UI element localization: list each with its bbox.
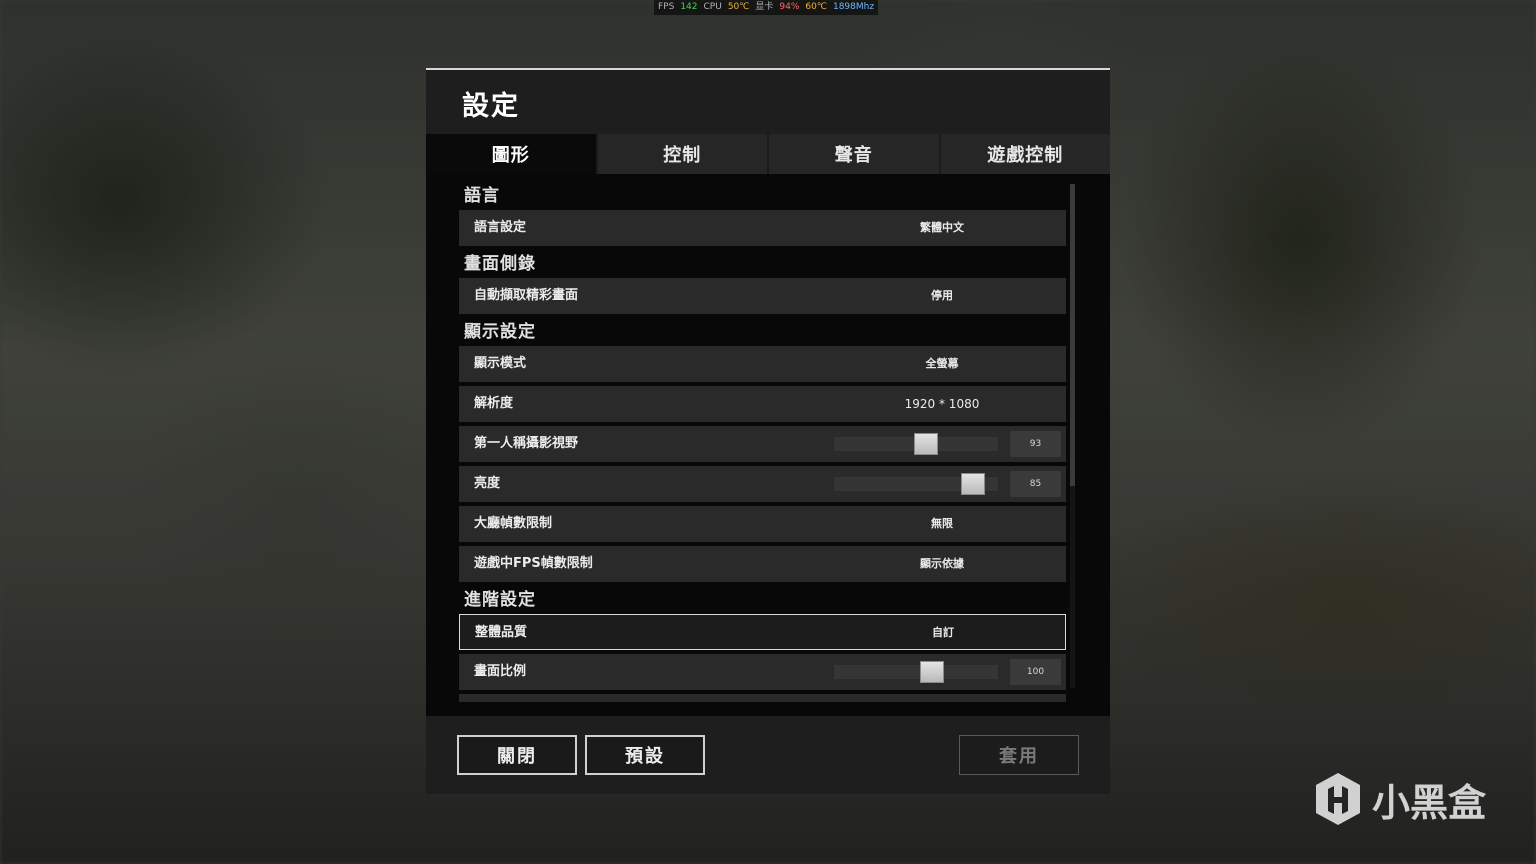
tab-controls[interactable]: 控制 bbox=[595, 134, 767, 174]
settings-dialog: 設定 圖形 控制 聲音 遊戲控制 語言 語言設定 繁體中文 畫面側錄 自動擷取精… bbox=[426, 68, 1110, 794]
setting-label: 第一人稱攝影視野 bbox=[474, 436, 579, 451]
default-button[interactable]: 預設 bbox=[585, 735, 705, 775]
scrollbar-thumb[interactable] bbox=[1070, 184, 1075, 486]
setting-resolution[interactable]: 解析度 1920 * 1080 bbox=[459, 386, 1066, 422]
fov-slider-track[interactable] bbox=[834, 433, 998, 455]
setting-label: 顯示模式 bbox=[474, 356, 527, 371]
tab-gameplay[interactable]: 遊戲控制 bbox=[938, 134, 1110, 174]
section-language: 語言 bbox=[464, 186, 500, 206]
heybox-logo-icon bbox=[1316, 773, 1360, 825]
cpu-label: CPU bbox=[703, 2, 722, 12]
setting-brightness: 亮度 85 bbox=[459, 466, 1066, 502]
setting-value[interactable]: 顯示依據 bbox=[862, 546, 1022, 582]
setting-fpp-fov: 第一人稱攝影視野 93 bbox=[459, 426, 1066, 462]
cpu-temp: 50℃ bbox=[727, 2, 750, 12]
setting-label: 語言設定 bbox=[474, 220, 527, 235]
setting-language[interactable]: 語言設定 繁體中文 bbox=[459, 210, 1066, 246]
tab-graphics[interactable]: 圖形 bbox=[426, 134, 596, 174]
section-display: 顯示設定 bbox=[464, 322, 536, 342]
setting-label: 解析度 bbox=[474, 396, 514, 411]
settings-scrollbar[interactable] bbox=[1070, 184, 1075, 688]
setting-value[interactable]: 1920 * 1080 bbox=[862, 386, 1022, 422]
setting-ingame-fps-limit[interactable]: 遊戲中FPS幀數限制 顯示依據 bbox=[459, 546, 1066, 582]
scale-slider-thumb[interactable] bbox=[920, 661, 945, 683]
setting-overall-quality[interactable]: 整體品質 自訂 bbox=[459, 614, 1066, 650]
setting-label: 遊戲中FPS幀數限制 bbox=[474, 556, 593, 571]
apply-button[interactable]: 套用 bbox=[959, 735, 1079, 775]
settings-tabs: 圖形 控制 聲音 遊戲控制 bbox=[426, 134, 1110, 174]
setting-value[interactable]: 全螢幕 bbox=[862, 346, 1022, 382]
setting-value[interactable]: 無限 bbox=[862, 506, 1022, 542]
setting-value[interactable]: 停用 bbox=[862, 278, 1022, 314]
fov-slider-thumb[interactable] bbox=[913, 433, 938, 455]
setting-row-partial bbox=[459, 694, 1066, 702]
setting-label: 自動擷取精彩畫面 bbox=[474, 288, 579, 303]
setting-label: 亮度 bbox=[474, 476, 501, 491]
tab-sound[interactable]: 聲音 bbox=[767, 134, 939, 174]
setting-auto-highlight[interactable]: 自動擷取精彩畫面 停用 bbox=[459, 278, 1066, 314]
section-replay: 畫面側錄 bbox=[464, 254, 536, 274]
watermark: 小黑盒 bbox=[1314, 770, 1486, 828]
setting-value[interactable]: 繁體中文 bbox=[862, 210, 1022, 246]
gpu-clock: 1898Mhz bbox=[832, 2, 875, 12]
fov-value-box[interactable]: 93 bbox=[1010, 431, 1061, 457]
section-advanced: 進階設定 bbox=[464, 590, 536, 610]
gpu-label: 显卡 bbox=[755, 2, 774, 12]
setting-display-mode[interactable]: 顯示模式 全螢幕 bbox=[459, 346, 1066, 382]
settings-panel: 語言 語言設定 繁體中文 畫面側錄 自動擷取精彩畫面 停用 顯示設定 顯示模式 … bbox=[426, 174, 1110, 716]
fps-value: 142 bbox=[680, 2, 698, 12]
watermark-text: 小黑盒 bbox=[1372, 780, 1487, 825]
setting-label: 大廳幀數限制 bbox=[474, 516, 553, 531]
setting-screen-scale: 畫面比例 100 bbox=[459, 654, 1066, 690]
brightness-slider-thumb[interactable] bbox=[961, 473, 986, 495]
fps-label: FPS bbox=[658, 2, 675, 12]
settings-list: 語言 語言設定 繁體中文 畫面側錄 自動擷取精彩畫面 停用 顯示設定 顯示模式 … bbox=[459, 182, 1066, 702]
close-button[interactable]: 關閉 bbox=[457, 735, 577, 775]
setting-label: 畫面比例 bbox=[474, 664, 527, 679]
dialog-title: 設定 bbox=[462, 91, 520, 122]
setting-lobby-fps-limit[interactable]: 大廳幀數限制 無限 bbox=[459, 506, 1066, 542]
scale-slider-track[interactable] bbox=[834, 661, 998, 683]
performance-overlay: FPS 142 CPU 50℃ 显卡 94% 60℃ 1898Mhz bbox=[654, 0, 879, 15]
gpu-usage: 94% bbox=[779, 2, 800, 12]
brightness-value-box[interactable]: 85 bbox=[1010, 471, 1061, 497]
setting-value[interactable]: 自訂 bbox=[863, 615, 1023, 651]
brightness-slider-track[interactable] bbox=[834, 473, 998, 495]
setting-label: 整體品質 bbox=[475, 625, 528, 640]
dialog-top-border bbox=[426, 68, 1110, 70]
scale-value-box[interactable]: 100 bbox=[1010, 659, 1061, 685]
gpu-temp: 60℃ bbox=[805, 2, 827, 12]
